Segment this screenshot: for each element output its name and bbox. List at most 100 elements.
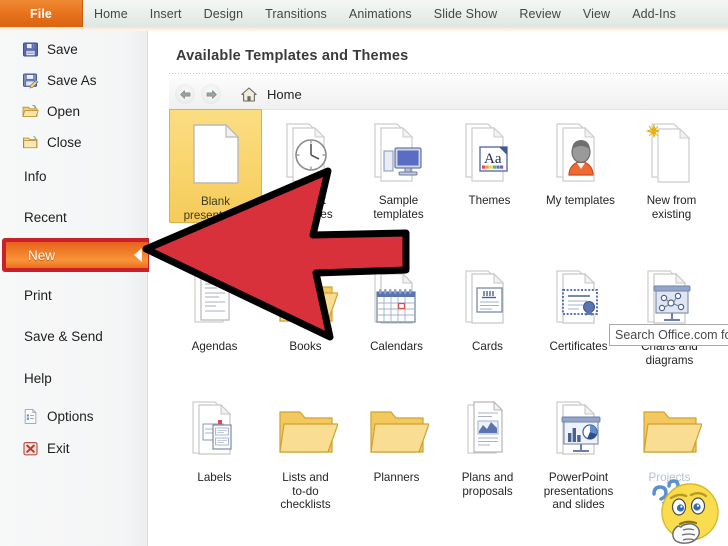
template-charts-and-diagrams[interactable]: Charts and diagrams <box>624 255 715 367</box>
sidebar-item-label: Open <box>47 104 81 119</box>
folder-icon <box>634 393 706 467</box>
template-label: PowerPoint presentations and slides <box>543 471 614 511</box>
template-powerpoint-presentations-and-slides[interactable]: PowerPoint presentations and slides <box>533 386 624 512</box>
close-folder-icon <box>22 134 39 151</box>
tab-file-label: File <box>30 6 52 21</box>
template-books[interactable]: Books <box>260 255 351 354</box>
options-icon <box>22 408 39 425</box>
template-labels[interactable]: Labels <box>169 386 260 485</box>
themes-aa-icon: Aa <box>454 116 526 190</box>
sidebar-item-new[interactable]: New <box>2 238 152 272</box>
certificate-icon <box>543 262 615 336</box>
tab-transitions-label: Transitions <box>265 6 327 21</box>
template-row-2: Agendas Books Calendars Cards Certificat… <box>169 255 728 367</box>
tab-home-label: Home <box>94 6 128 21</box>
arrow-right-icon <box>205 89 218 100</box>
template-planners[interactable]: Planners <box>351 386 442 485</box>
template-grid: Blank presentation Recent templates Samp… <box>169 109 728 512</box>
sidebar-item-label: Print <box>24 288 52 303</box>
plan-doc-icon <box>452 393 524 467</box>
sidebar-item-label: Save & Send <box>24 329 103 344</box>
backstage-main-panel: Available Templates and Themes Home Blan… <box>149 31 728 546</box>
sidebar-item-options[interactable]: Options <box>0 402 148 431</box>
agenda-doc-icon <box>179 262 251 336</box>
tab-slide-show[interactable]: Slide Show <box>423 0 509 27</box>
tab-insert[interactable]: Insert <box>139 0 193 27</box>
template-label: My templates <box>546 194 615 207</box>
template-projects[interactable]: Projects <box>624 386 715 485</box>
template-row-3: Labels Lists and to-do checklists Planne… <box>169 386 728 512</box>
forward-button[interactable] <box>201 84 221 104</box>
sidebar-item-label: Exit <box>47 441 70 456</box>
sidebar-item-save-and-send[interactable]: Save & Send <box>0 322 148 351</box>
monitor-icon <box>363 116 435 190</box>
sidebar-item-label: Options <box>47 409 94 424</box>
tab-design[interactable]: Design <box>193 0 255 27</box>
template-label: Cards <box>472 340 503 353</box>
template-plans-and-proposals[interactable]: Plans and proposals <box>442 386 533 498</box>
sidebar-item-label: Save <box>47 42 78 57</box>
tab-animations[interactable]: Animations <box>338 0 423 27</box>
template-label: Calendars <box>370 340 423 353</box>
new-star-icon <box>636 116 708 190</box>
folder-icon <box>270 393 342 467</box>
title-separator <box>169 73 728 74</box>
template-themes[interactable]: Aa Themes <box>444 109 535 208</box>
sidebar-item-save-as[interactable]: Save As <box>0 66 148 95</box>
template-label: Projects <box>648 471 691 484</box>
sidebar-item-label: Recent <box>24 210 67 225</box>
chart-board-icon <box>634 262 706 336</box>
folder-icon <box>270 262 342 336</box>
recent-clock-icon <box>272 116 344 190</box>
backstage-sidebar: Save Save As Open Close Info Recent New … <box>0 31 152 546</box>
tab-insert-label: Insert <box>149 6 182 21</box>
tab-add-ins[interactable]: Add-Ins <box>621 0 687 27</box>
powerpoint-backstage-window: File Home Insert Design Transitions Anim… <box>0 0 728 546</box>
sidebar-item-label: Help <box>24 371 52 386</box>
floppy-pencil-icon <box>22 72 39 89</box>
template-lists-and-todo-checklists[interactable]: Lists and to-do checklists <box>260 386 351 512</box>
label-icon <box>179 393 251 467</box>
sidebar-item-save[interactable]: Save <box>0 35 148 64</box>
ppt-board-icon <box>543 393 615 467</box>
svg-text:Aa: Aa <box>484 151 502 167</box>
sidebar-item-recent[interactable]: Recent <box>0 203 148 232</box>
template-new-from-existing[interactable]: New from existing <box>626 109 717 221</box>
template-blank-presentation[interactable]: Blank presentation <box>169 109 262 223</box>
arrow-left-icon <box>179 89 192 100</box>
breadcrumb-home-label: Home <box>267 86 302 102</box>
tab-home[interactable]: Home <box>83 0 139 27</box>
sidebar-item-close[interactable]: Close <box>0 128 148 157</box>
template-cards[interactable]: Cards <box>442 255 533 354</box>
template-label: Lists and to-do checklists <box>280 471 331 511</box>
back-button[interactable] <box>175 84 195 104</box>
tab-add-ins-label: Add-Ins <box>632 6 676 21</box>
calendar-icon <box>361 262 433 336</box>
template-calendars[interactable]: Calendars <box>351 255 442 354</box>
tab-slide-show-label: Slide Show <box>433 6 498 21</box>
tab-review[interactable]: Review <box>508 0 572 27</box>
selection-caret-icon <box>134 248 142 262</box>
tab-design-label: Design <box>203 6 244 21</box>
tab-animations-label: Animations <box>348 6 412 21</box>
page-title: Available Templates and Themes <box>176 48 409 64</box>
house-icon[interactable] <box>239 85 258 103</box>
tab-file[interactable]: File <box>0 0 83 27</box>
tab-view-label: View <box>582 6 611 21</box>
sidebar-item-label: Close <box>47 135 82 150</box>
tab-view[interactable]: View <box>572 0 621 27</box>
sidebar-item-print[interactable]: Print <box>0 281 148 310</box>
template-label: New from existing <box>646 194 697 221</box>
template-sample-templates[interactable]: Sample templates <box>353 109 444 221</box>
sidebar-item-open[interactable]: Open <box>0 97 148 126</box>
tab-transitions[interactable]: Transitions <box>254 0 338 27</box>
sidebar-item-exit[interactable]: Exit <box>0 434 148 463</box>
sidebar-item-help[interactable]: Help <box>0 364 148 393</box>
card-icon <box>452 262 524 336</box>
template-label: Recent templates <box>282 194 333 221</box>
template-recent-templates[interactable]: Recent templates <box>262 109 353 221</box>
template-my-templates[interactable]: My templates <box>535 109 626 208</box>
sidebar-item-info[interactable]: Info <box>0 162 148 191</box>
template-agendas[interactable]: Agendas <box>169 255 260 354</box>
template-label: Themes <box>468 194 511 207</box>
